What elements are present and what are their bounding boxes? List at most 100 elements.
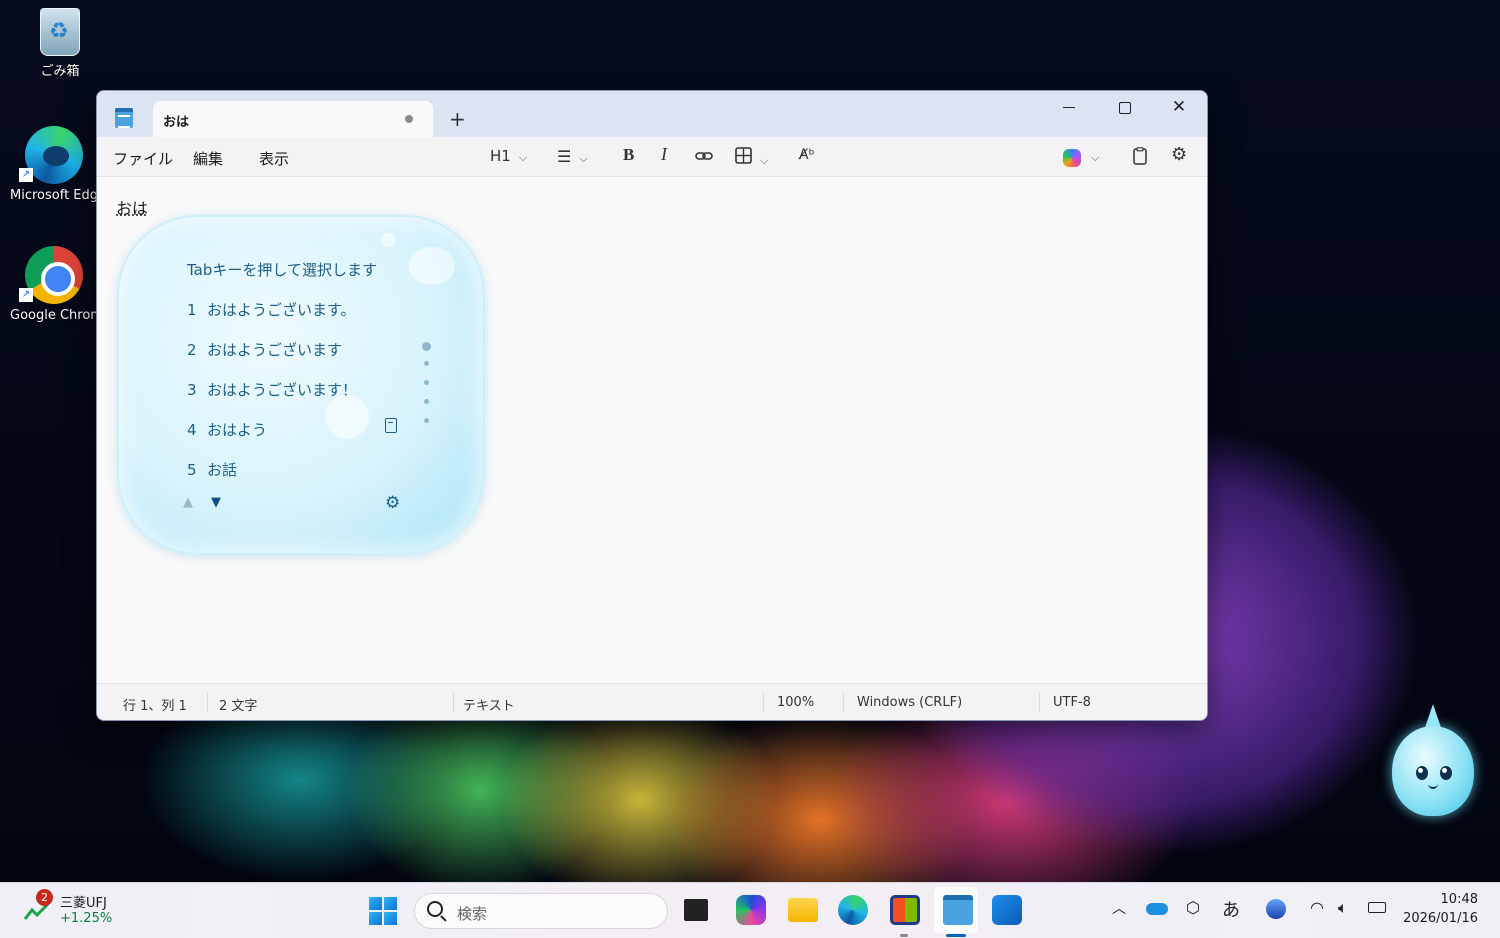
- onedrive-icon[interactable]: [1146, 903, 1168, 915]
- desktop-icon-label: Microsoft Edge: [10, 188, 98, 203]
- menu-file[interactable]: ファイル: [113, 148, 173, 169]
- menu-view[interactable]: 表示: [259, 148, 289, 169]
- close-button[interactable]: ✕: [1151, 91, 1207, 125]
- title-bar[interactable]: おは + ✕: [97, 91, 1207, 137]
- menu-edit[interactable]: 編集: [193, 148, 223, 169]
- status-separator: [843, 692, 844, 712]
- status-char-count[interactable]: 2 文字: [219, 695, 257, 714]
- unsaved-dot-icon[interactable]: [405, 115, 413, 123]
- dictionary-icon[interactable]: [385, 418, 397, 433]
- copilot-chevron[interactable]: ⌵: [1091, 147, 1099, 165]
- desktop-icon-edge[interactable]: ↗ Microsoft Edge: [10, 126, 98, 203]
- clipboard-button[interactable]: [1133, 147, 1147, 169]
- candidate-text: おはようございます！: [207, 381, 358, 399]
- scroll-indicator[interactable]: [424, 399, 429, 404]
- desktop-icon-recycle-bin[interactable]: ごみ箱: [10, 8, 110, 79]
- start-button[interactable]: [369, 897, 397, 925]
- link-button[interactable]: [695, 147, 713, 169]
- editor-area[interactable]: おは Tabキーを押して選択します 1 おはようございます。 2 おはようございます…: [97, 177, 1207, 685]
- taskbar-search[interactable]: 検索: [414, 893, 668, 929]
- minimize-button[interactable]: [1041, 91, 1097, 125]
- app-running-indicator: [900, 934, 908, 937]
- italic-button[interactable]: I: [661, 144, 667, 165]
- shortcut-arrow-icon: ↗: [19, 288, 33, 302]
- droplet-mascot-icon[interactable]: [1392, 704, 1474, 816]
- spellcheck-button[interactable]: A̸ᵇ: [799, 147, 815, 163]
- bold-button[interactable]: B: [623, 145, 634, 165]
- candidate-number: 3: [187, 381, 197, 399]
- shortcut-arrow-icon: ↗: [19, 168, 33, 182]
- taskbar-edge-icon[interactable]: [838, 895, 868, 925]
- list-dropdown[interactable]: ☰ ⌵: [557, 147, 588, 166]
- candidate-item[interactable]: 4 おはよう: [187, 419, 267, 440]
- candidate-text: おはようございます。: [207, 301, 356, 319]
- new-tab-button[interactable]: +: [449, 109, 466, 129]
- candidate-number: 4: [187, 421, 197, 439]
- settings-button[interactable]: ⚙: [1171, 144, 1187, 165]
- recycle-bin-icon: [40, 8, 80, 56]
- desktop-icon-label: Google Chrome: [10, 308, 98, 323]
- heading-dropdown[interactable]: H1 ⌵: [490, 147, 527, 165]
- outlook-icon[interactable]: [992, 895, 1022, 925]
- bubble-decoration: [381, 233, 395, 247]
- task-view-icon[interactable]: [684, 899, 708, 921]
- candidate-number: 1: [187, 301, 197, 319]
- notepad-app-icon: [115, 108, 133, 128]
- chevron-down-icon: ⌵: [518, 151, 528, 164]
- editor-text[interactable]: おは: [116, 195, 148, 219]
- clock-time[interactable]: 10:48: [1441, 892, 1478, 907]
- candidate-text: お話: [207, 461, 238, 479]
- candidate-item[interactable]: 5 お話: [187, 459, 237, 480]
- copilot-icon[interactable]: [1063, 149, 1081, 167]
- chevron-up-icon[interactable]: ︿: [1112, 898, 1126, 918]
- clock-date[interactable]: 2026/01/16: [1403, 911, 1478, 926]
- notepad-window: おは + ✕ ファイル 編集 表示 H1 ⌵ ☰ ⌵ B I ⌵ A̸ᵇ ⌵ ⚙ お…: [96, 90, 1208, 721]
- heading-label: H1: [490, 147, 511, 165]
- edge-icon: ↗: [19, 126, 83, 184]
- status-format[interactable]: テキスト: [463, 695, 515, 714]
- minimize-icon: [1063, 107, 1075, 108]
- taskbar-notepad-icon[interactable]: [943, 895, 973, 925]
- candidate-item[interactable]: 3 おはようございます！: [187, 379, 357, 400]
- taskbar: 2 三菱UFJ +1.25% 検索 ︿ ⬡ あ ◠ 🔈︎ 10:48 2026/…: [0, 882, 1500, 938]
- status-separator: [207, 692, 208, 712]
- status-position[interactable]: 行 1、列 1: [123, 695, 187, 714]
- notification-badge: 2: [36, 889, 53, 906]
- chevron-down-icon: ⌵: [1091, 151, 1100, 164]
- scroll-indicator[interactable]: [424, 361, 429, 366]
- page-down-button[interactable]: ▼: [211, 495, 221, 510]
- network-security-icon[interactable]: ⬡: [1186, 898, 1200, 917]
- volume-icon[interactable]: 🔈︎: [1338, 898, 1348, 918]
- desktop-icon-chrome[interactable]: ↗ Google Chrome: [10, 246, 98, 323]
- tab-document[interactable]: おは: [153, 101, 433, 137]
- m365-icon[interactable]: [736, 895, 766, 925]
- chevron-down-icon: ⌵: [760, 154, 769, 167]
- status-separator: [453, 692, 454, 712]
- status-bar: 行 1、列 1 2 文字 テキスト 100% Windows (CRLF) UT…: [97, 683, 1207, 720]
- status-separator: [763, 692, 764, 712]
- page-up-button[interactable]: ▲: [183, 495, 193, 510]
- table-dropdown[interactable]: ⌵: [735, 147, 768, 168]
- list-icon: ☰: [557, 147, 572, 166]
- scroll-indicator[interactable]: [422, 342, 431, 351]
- status-line-ending[interactable]: Windows (CRLF): [857, 695, 962, 710]
- status-separator: [1039, 692, 1040, 712]
- candidate-item[interactable]: 2 おはようございます: [187, 339, 342, 360]
- gear-icon: ⚙: [1171, 144, 1188, 165]
- maximize-icon: [1119, 101, 1131, 114]
- battery-icon[interactable]: [1368, 902, 1386, 913]
- account-icon[interactable]: [1266, 899, 1286, 919]
- status-encoding[interactable]: UTF-8: [1053, 695, 1091, 710]
- file-explorer-icon[interactable]: [788, 898, 818, 922]
- ime-settings-gear-icon[interactable]: ⚙: [385, 493, 400, 513]
- candidate-number: 5: [187, 461, 197, 479]
- store-icon[interactable]: [890, 895, 920, 925]
- wifi-icon[interactable]: ◠: [1310, 898, 1324, 917]
- widget-stock-change: +1.25%: [60, 911, 113, 926]
- maximize-button[interactable]: [1097, 91, 1153, 125]
- status-zoom[interactable]: 100%: [777, 695, 814, 710]
- scroll-indicator[interactable]: [424, 380, 429, 385]
- candidate-item[interactable]: 1 おはようございます。: [187, 299, 356, 320]
- scroll-indicator[interactable]: [424, 418, 429, 423]
- ime-mode-indicator[interactable]: あ: [1222, 896, 1240, 922]
